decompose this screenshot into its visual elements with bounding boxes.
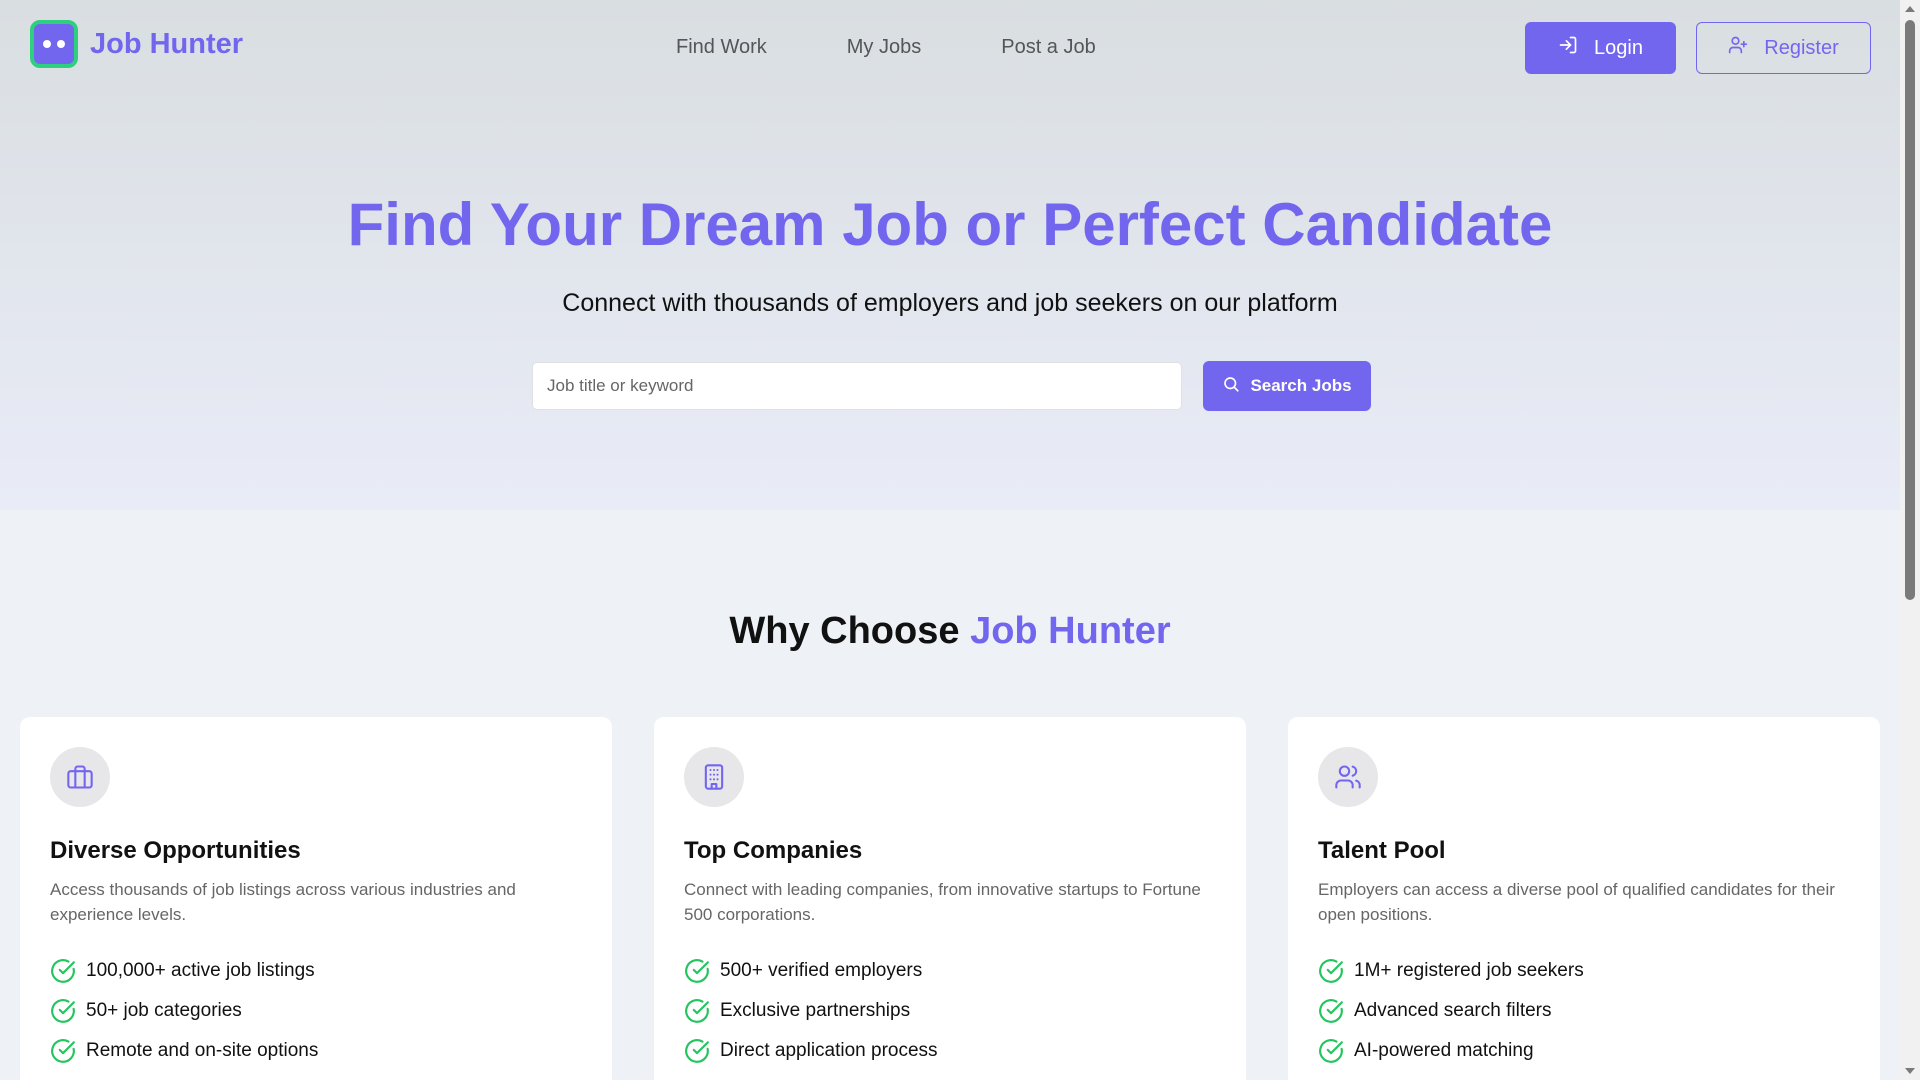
card-description: Employers can access a diverse pool of q… xyxy=(1318,880,1835,924)
why-title-accent: Job Hunter xyxy=(970,610,1171,652)
logo-text: Job Hunter xyxy=(90,27,244,60)
check-circle-icon xyxy=(51,999,75,1023)
hero-title: Find Your Dream Job or Perfect Candidate xyxy=(347,191,1553,258)
list-item: 1M+ registered job seekers xyxy=(1318,951,1850,991)
users-icon xyxy=(1318,747,1378,807)
feature-list: 100,000+ active job listings 50+ job cat… xyxy=(50,951,582,1071)
card-title: Top Companies xyxy=(684,837,863,864)
login-label: Login xyxy=(1594,36,1643,59)
hero-section: Job Hunter Find Work My Jobs Post a Job … xyxy=(0,0,1900,510)
building-icon xyxy=(684,747,744,807)
login-button[interactable]: Login xyxy=(1525,22,1676,74)
list-item: Remote and on-site options xyxy=(50,1031,582,1071)
nav-my-jobs[interactable]: My Jobs xyxy=(847,36,921,59)
page: Job Hunter Find Work My Jobs Post a Job … xyxy=(0,0,1900,1080)
list-item: 500+ verified employers xyxy=(684,951,1216,991)
user-plus-icon xyxy=(1728,35,1748,61)
logo-icon xyxy=(30,20,78,68)
feature-card-diverse-opportunities: Diverse Opportunities Access thousands o… xyxy=(20,717,612,1080)
feature-card-talent-pool: Talent Pool Employers can access a diver… xyxy=(1288,717,1880,1080)
check-circle-icon xyxy=(685,999,709,1023)
scrollbar-thumb[interactable] xyxy=(1905,20,1915,600)
vertical-scrollbar[interactable] xyxy=(1900,0,1920,1080)
feature-list: 1M+ registered job seekers Advanced sear… xyxy=(1318,951,1850,1071)
card-description: Connect with leading companies, from inn… xyxy=(684,880,1201,924)
main-nav: Find Work My Jobs Post a Job xyxy=(676,36,1096,59)
search-input[interactable] xyxy=(532,362,1182,410)
scroll-up-icon[interactable] xyxy=(1905,6,1915,12)
check-circle-icon xyxy=(1319,999,1343,1023)
nav-post-a-job[interactable]: Post a Job xyxy=(1001,36,1096,59)
card-title: Talent Pool xyxy=(1318,837,1446,864)
feature-card-top-companies: Top Companies Connect with leading compa… xyxy=(654,717,1246,1080)
login-icon xyxy=(1558,35,1578,61)
search-jobs-button[interactable]: Search Jobs xyxy=(1203,361,1371,411)
search-jobs-label: Search Jobs xyxy=(1250,376,1352,395)
check-circle-icon xyxy=(51,959,75,983)
check-circle-icon xyxy=(1319,1039,1343,1063)
feature-list: 500+ verified employers Exclusive partne… xyxy=(684,951,1216,1071)
briefcase-icon xyxy=(50,747,110,807)
register-label: Register xyxy=(1764,36,1839,59)
scroll-down-icon[interactable] xyxy=(1905,1068,1915,1074)
list-item: Advanced search filters xyxy=(1318,991,1850,1031)
logo[interactable]: Job Hunter xyxy=(30,20,243,68)
why-title-prefix: Why Choose xyxy=(729,610,960,652)
list-item: AI-powered matching xyxy=(1318,1031,1850,1071)
list-item: 50+ job categories xyxy=(50,991,582,1031)
register-button[interactable]: Register xyxy=(1696,22,1871,74)
card-description: Access thousands of job listings across … xyxy=(50,880,516,924)
list-item: 100,000+ active job listings xyxy=(50,951,582,991)
list-item: Direct application process xyxy=(684,1031,1216,1071)
list-item: Exclusive partnerships xyxy=(684,991,1216,1031)
nav-find-work[interactable]: Find Work xyxy=(676,36,767,59)
check-circle-icon xyxy=(51,1039,75,1063)
card-title: Diverse Opportunities xyxy=(50,837,301,864)
why-choose-title: Why Choose Job Hunter xyxy=(0,610,1900,653)
check-circle-icon xyxy=(685,1039,709,1063)
check-circle-icon xyxy=(1319,959,1343,983)
search-icon xyxy=(1222,375,1240,398)
hero-subtitle: Connect with thousands of employers and … xyxy=(562,289,1338,317)
check-circle-icon xyxy=(685,959,709,983)
